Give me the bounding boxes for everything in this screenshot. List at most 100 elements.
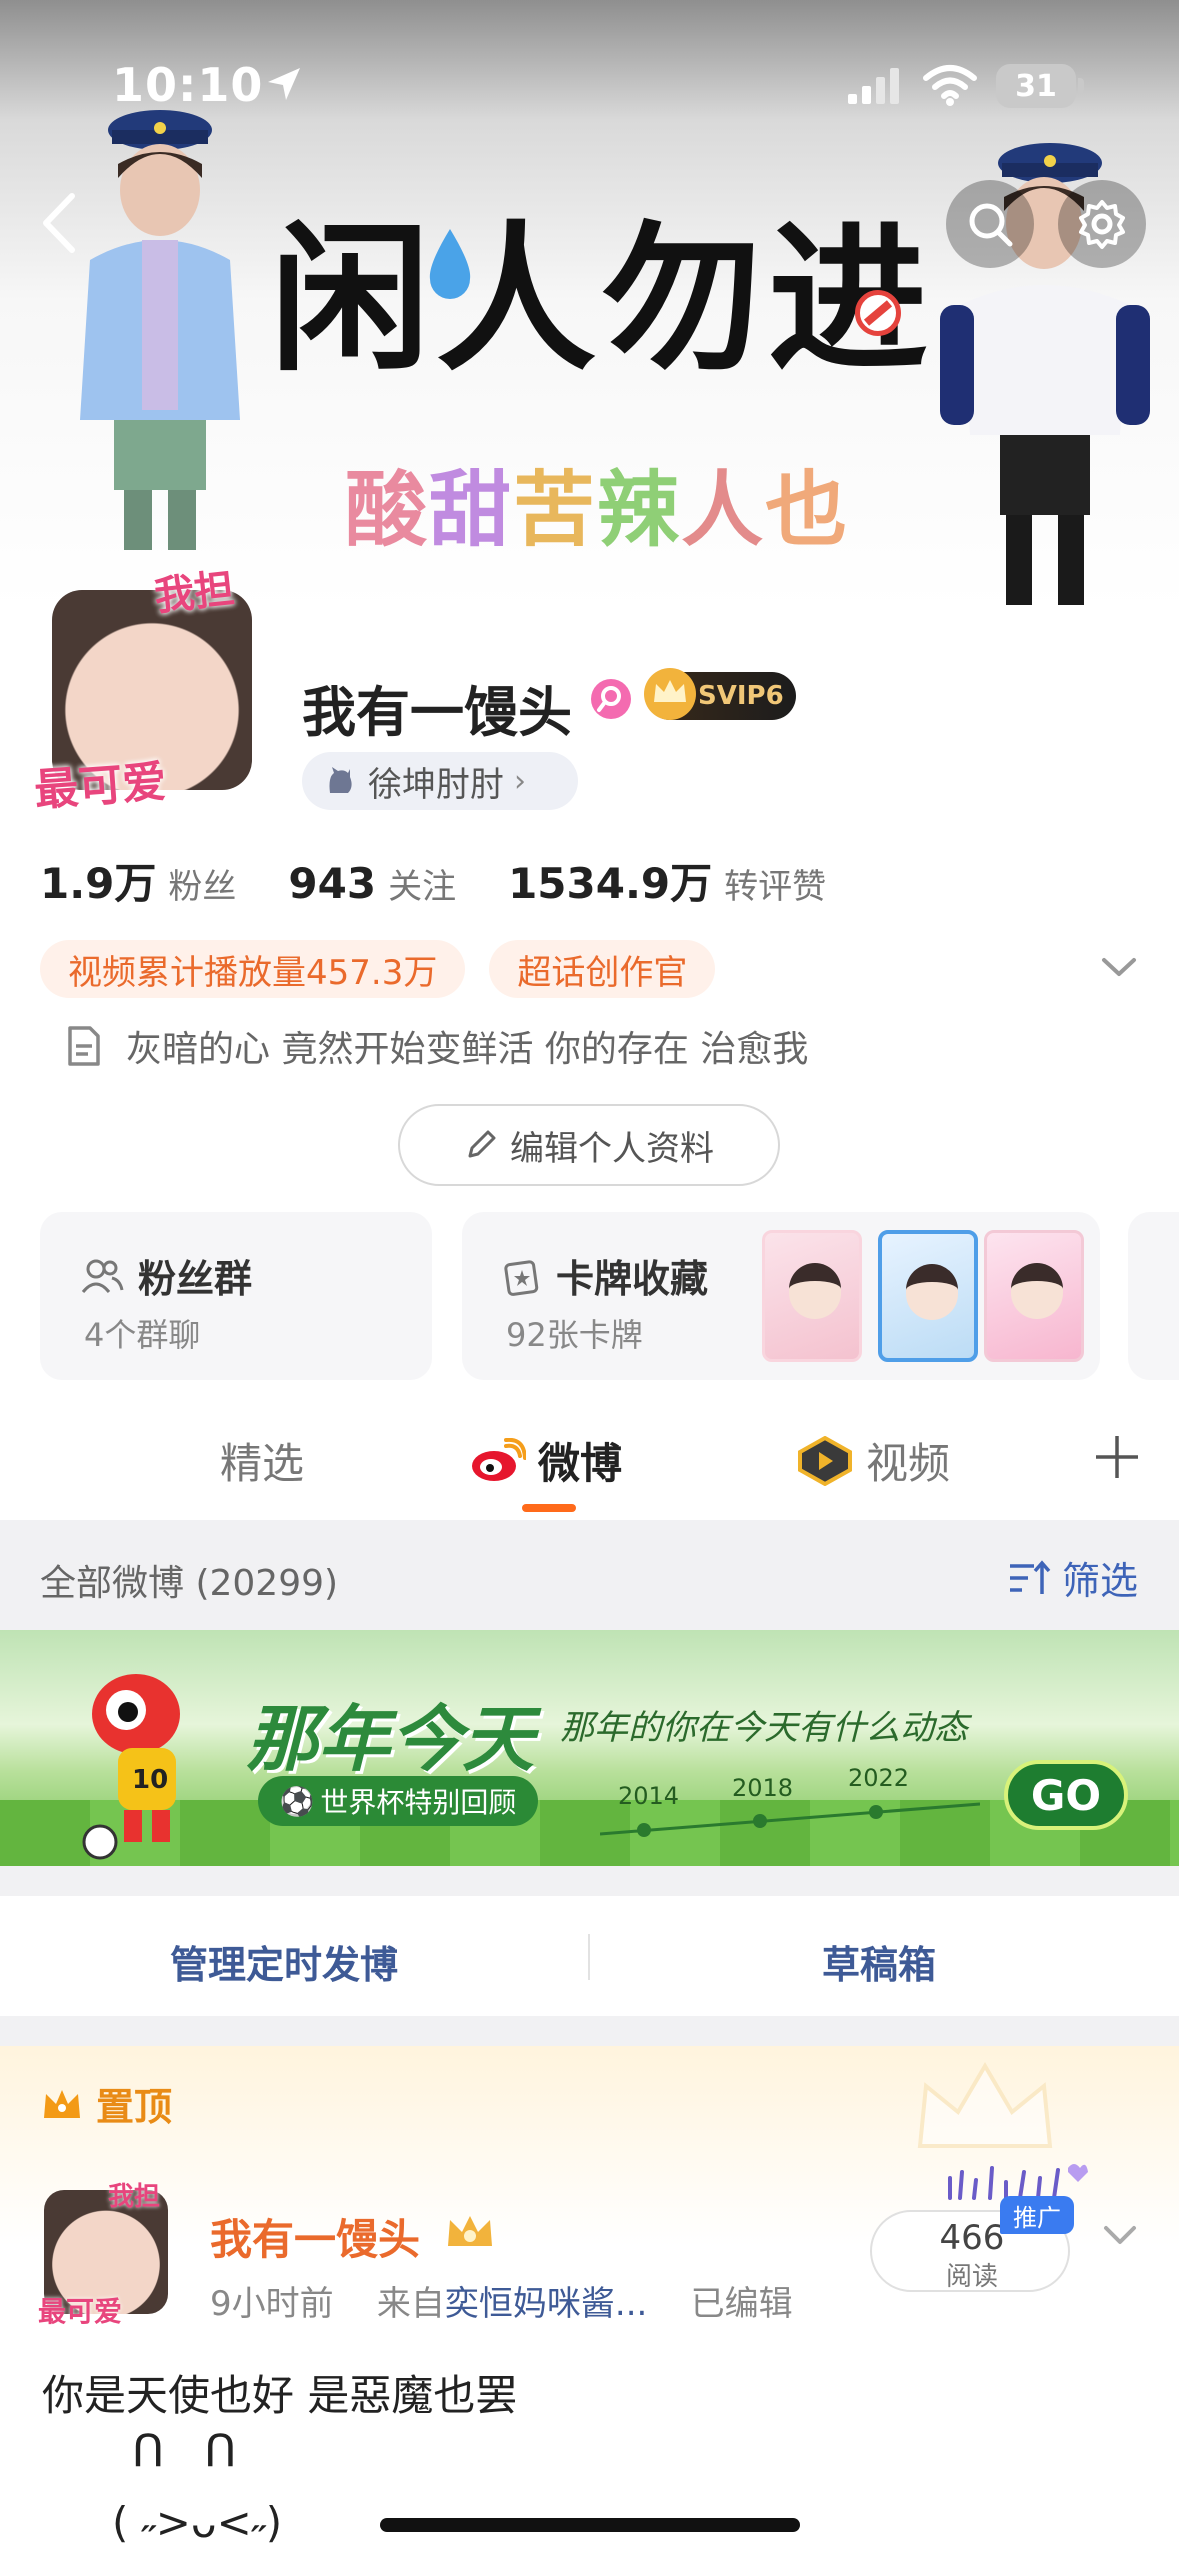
post-source[interactable]: 奕恒妈咪酱... xyxy=(445,2284,647,2324)
profile-tabs: 精选 微博 视频 xyxy=(0,1410,1179,1520)
read-label: 阅读 xyxy=(945,2262,998,2292)
card-title: 粉丝群 xyxy=(80,1248,252,1303)
add-tab-icon[interactable] xyxy=(1094,1434,1140,1480)
card-thumbnail xyxy=(762,1230,862,1362)
promo-subtitle: 那年的你在今天有什么动态 xyxy=(560,1708,968,1748)
tab-video[interactable]: 视频 xyxy=(796,1430,950,1491)
profile-tags: 视频累计播放量457.3万 超话创作官 xyxy=(40,940,716,998)
tag-video-plays[interactable]: 视频累计播放量457.3万 xyxy=(40,940,466,998)
card-thumbnail xyxy=(878,1230,978,1362)
drafts-button[interactable]: 草稿箱 xyxy=(822,1934,936,1989)
post-meta: 9小时前 来自奕恒妈咪酱... 已编辑 xyxy=(210,2276,793,2325)
post-kaomoji-top: ᑎᑎ xyxy=(132,2426,277,2477)
tab-weibo[interactable]: 微博 xyxy=(470,1430,622,1491)
pinned-label: 置顶 xyxy=(40,2076,172,2131)
post-author-name[interactable]: 我有一馒头 xyxy=(210,2206,420,2267)
post-source-prefix: 来自 xyxy=(376,2284,445,2324)
no-entry-icon xyxy=(855,290,901,336)
tab-featured[interactable]: 精选 xyxy=(220,1430,304,1491)
card-subtitle: 4个群聊 xyxy=(84,1316,201,1354)
profile-avatar[interactable]: 我担 最可爱 xyxy=(33,560,264,817)
female-gender-icon xyxy=(591,679,631,719)
card-star-icon xyxy=(504,1259,539,1296)
tag-supertopic-creator[interactable]: 超话创作官 xyxy=(489,940,716,998)
svip-badge[interactable]: SVIP6 xyxy=(644,668,796,720)
year-2014: 2014 xyxy=(618,1782,680,1810)
svip-label: SVIP6 xyxy=(698,681,784,711)
avatar-sticker-bottom: 最可爱 xyxy=(32,756,168,817)
chevron-down-icon[interactable] xyxy=(1098,952,1140,982)
post-kaomoji-bottom: ( ˶>ᴗ<˶) xyxy=(112,2498,283,2547)
more-card[interactable] xyxy=(1128,1212,1179,1380)
banner-subtitle: 酸甜苦辣人也 xyxy=(345,463,850,558)
post-time: 9小时前 xyxy=(210,2284,334,2324)
post-text: 你是天使也好 是惡魔也罢 xyxy=(42,2371,518,2420)
supertopic-chip[interactable]: 徐坤肘肘 › xyxy=(302,752,578,810)
scheduled-posts-button[interactable]: 管理定时发博 xyxy=(170,1934,398,1989)
promo-title: 那年今天 xyxy=(246,1697,535,1781)
divider xyxy=(588,1934,590,1980)
card-thumbnail xyxy=(984,1230,1084,1362)
profile-banner[interactable]: 10:10 31 闲人勿进 酸甜苦辣人也 xyxy=(0,0,1179,610)
document-icon xyxy=(68,1026,100,1066)
pinned-post[interactable]: 置顶 我担 最可爱 我有一馒头 9小时前 来自奕恒妈咪酱... 已编辑 466 … xyxy=(0,2046,1179,2556)
crown-icon xyxy=(644,668,696,720)
stat-number: 943 xyxy=(288,859,377,908)
filter-button[interactable]: 筛选 xyxy=(1008,1550,1138,1605)
mascot-icon: 10 xyxy=(82,1674,180,1860)
home-indicator[interactable] xyxy=(380,2518,800,2532)
wifi-icon xyxy=(923,65,977,106)
group-icon xyxy=(81,1259,124,1293)
edit-profile-button[interactable]: 编辑个人资料 xyxy=(398,1104,780,1186)
on-this-day-banner[interactable]: 10 那年今天 那年的你在今天有什么动态 ⚽ 世界杯特别回顾 2014 2018… xyxy=(0,1630,1179,1866)
weibo-logo-icon xyxy=(472,1437,526,1481)
cat-icon xyxy=(329,767,352,793)
cellular-signal-icon xyxy=(848,68,899,104)
promote-tag[interactable]: 推广 xyxy=(1000,2196,1074,2234)
battery-tip xyxy=(1078,78,1084,94)
supertopic-label: 徐坤肘肘 xyxy=(368,764,504,805)
section-gap xyxy=(0,1866,1179,1896)
vip-crown-icon xyxy=(448,2216,492,2246)
banner-figure-left xyxy=(80,110,240,550)
svg-text:10: 10 xyxy=(132,1765,168,1795)
battery-indicator: 31 xyxy=(996,64,1076,108)
avatar-sticker-top: 我担 xyxy=(152,565,237,621)
search-icon xyxy=(969,203,1013,247)
post-edited: 已编辑 xyxy=(690,2284,793,2324)
world-cup-chip: ⚽ 世界杯特别回顾 xyxy=(258,1776,538,1826)
stat-label: 转评赞 xyxy=(724,867,827,907)
stat-following[interactable]: 943 关注 xyxy=(288,859,456,908)
crown-decoration-icon xyxy=(917,2062,1053,2148)
feed-header: 全部微博 (20299) 筛选 xyxy=(0,1520,1179,1630)
bio-text: 灰暗的心 竟然开始变鲜活 你的存在 治愈我 xyxy=(126,1029,809,1070)
search-button[interactable] xyxy=(946,180,1034,268)
stat-label: 关注 xyxy=(388,867,457,907)
profile-stats: 1.9万 粉丝 943 关注 1534.9万 转评赞 xyxy=(40,850,878,911)
location-arrow-icon xyxy=(268,68,300,100)
edit-profile-label: 编辑个人资料 xyxy=(510,1128,714,1169)
soccer-ball-icon: ⚽ xyxy=(279,1784,315,1818)
profile-bio: 灰暗的心 竟然开始变鲜活 你的存在 治愈我 xyxy=(64,1020,808,1072)
chevron-down-icon[interactable] xyxy=(1100,2222,1140,2250)
fans-group-card[interactable]: 粉丝群 4个群聊 xyxy=(40,1212,432,1380)
profile-username: 我有一馒头 xyxy=(302,681,572,744)
stat-followers[interactable]: 1.9万 粉丝 xyxy=(40,850,236,911)
post-author-avatar[interactable]: 我担 最可爱 xyxy=(38,2176,178,2328)
stat-label: 粉丝 xyxy=(168,867,237,907)
year-2018: 2018 xyxy=(732,1774,794,1802)
banner-title: 闲人勿进 xyxy=(270,206,935,393)
stat-interactions[interactable]: 1534.9万 转评赞 xyxy=(508,850,826,911)
card-collection-card[interactable]: 卡牌收藏 92张卡牌 xyxy=(462,1212,1100,1380)
water-drop-icon xyxy=(429,229,471,299)
year-2022: 2022 xyxy=(848,1764,910,1792)
manage-row: 管理定时发博 草稿箱 xyxy=(0,1896,1179,2016)
avatar-sticker-bottom: 最可爱 xyxy=(38,2295,123,2328)
settings-button[interactable] xyxy=(1058,180,1146,268)
avatar-sticker-top: 我担 xyxy=(108,2182,161,2212)
video-play-icon xyxy=(798,1435,852,1486)
go-button[interactable]: GO xyxy=(1004,1760,1128,1830)
crown-icon xyxy=(44,2089,80,2118)
pencil-icon xyxy=(468,1130,496,1158)
back-icon[interactable] xyxy=(30,188,90,258)
